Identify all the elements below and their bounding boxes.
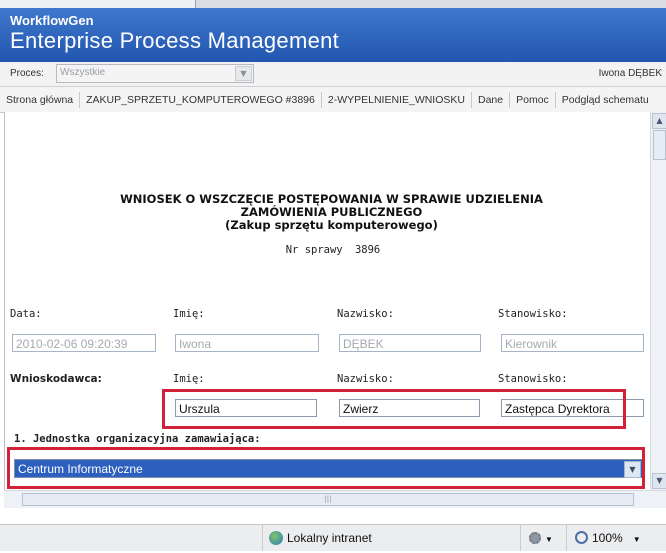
scroll-up-icon[interactable]: ▲ [652,113,666,129]
security-zone: Lokalny intranet [262,525,527,551]
first-name-field: Iwona [175,334,319,352]
browser-status-bar: Lokalny intranet ▼ 100% ▼ [0,524,666,551]
horizontal-scroll-thumb[interactable]: ||| [22,493,634,506]
highlight-unit [7,447,645,489]
form-title-line-3: (Zakup sprzętu komputerowego) [225,218,438,232]
date-label: Data: [10,308,42,320]
menu-item-data[interactable]: Dane [472,91,511,108]
menu-item-request[interactable]: ZAKUP_SPRZETU_KOMPUTEROWEGO #3896 [80,91,322,108]
position-field: Kierownik [501,334,644,352]
globe-icon [269,531,283,545]
horizontal-scrollbar[interactable]: ||| [4,490,666,508]
applicant-last-name-label: Nazwisko: [337,373,394,385]
last-name-label: Nazwisko: [337,308,394,320]
applicant-label: Wnioskodawca: [10,373,102,385]
menu-item-home[interactable]: Strona główna [0,91,81,108]
menu-item-help[interactable]: Pomoc [510,91,556,108]
vertical-scrollbar[interactable]: ▲ ▼ [650,112,666,490]
menu-item-action[interactable]: 2-WYPELNIENIE_WNIOSKU [322,91,472,108]
process-select[interactable]: Wszystkie ▼ [56,64,254,83]
highlight-applicant [162,389,626,429]
first-name-label: Imię: [173,308,205,320]
applicant-first-name-label: Imię: [173,373,205,385]
process-bar: Proces: Wszystkie ▼ Iwona DĘBEK [0,62,666,86]
menu-item-diagram[interactable]: Podgląd schematu [556,92,655,108]
current-user: Iwona DĘBEK [598,68,662,79]
zoom-icon [575,531,588,544]
applicant-position-label: Stanowisko: [498,373,568,385]
chevron-down-icon[interactable]: ▼ [235,66,252,81]
case-number-line: Nr sprawy 3896 [0,244,666,256]
process-select-value: Wszystkie [60,67,105,78]
last-name-field: DĘBEK [339,334,481,352]
main-menu: Strona główna ZAKUP_SPRZETU_KOMPUTEROWEG… [0,86,666,113]
security-zone-text: Lokalny intranet [287,531,372,545]
app-header: WorkflowGen Enterprise Process Managemen… [0,8,666,62]
zoom-level: 100% [592,531,623,545]
app-title: Enterprise Process Management [10,28,340,53]
scroll-down-icon[interactable]: ▼ [652,473,666,489]
vertical-scroll-thumb[interactable] [653,130,666,160]
date-field: 2010-02-06 09:20:39 [12,334,156,352]
settings-icon[interactable] [529,532,541,544]
case-number-value: 3896 [354,244,381,256]
zoom-control[interactable]: 100% ▼ [566,525,666,551]
case-number-label: Nr sprawy [285,244,343,256]
brand-name: WorkflowGen [10,13,94,28]
form-title-line-1: WNIOSEK O WSZCZĘCIE POSTĘPOWANIA W SPRAW… [120,192,543,206]
browser-tab[interactable] [0,0,196,8]
process-label: Proces: [10,68,44,79]
position-label: Stanowisko: [498,308,568,320]
unit-label: 1. Jednostka organizacyjna zamawiająca: [14,433,261,445]
form-title-line-2: ZAMÓWIENIA PUBLICZNEGO [240,205,423,219]
